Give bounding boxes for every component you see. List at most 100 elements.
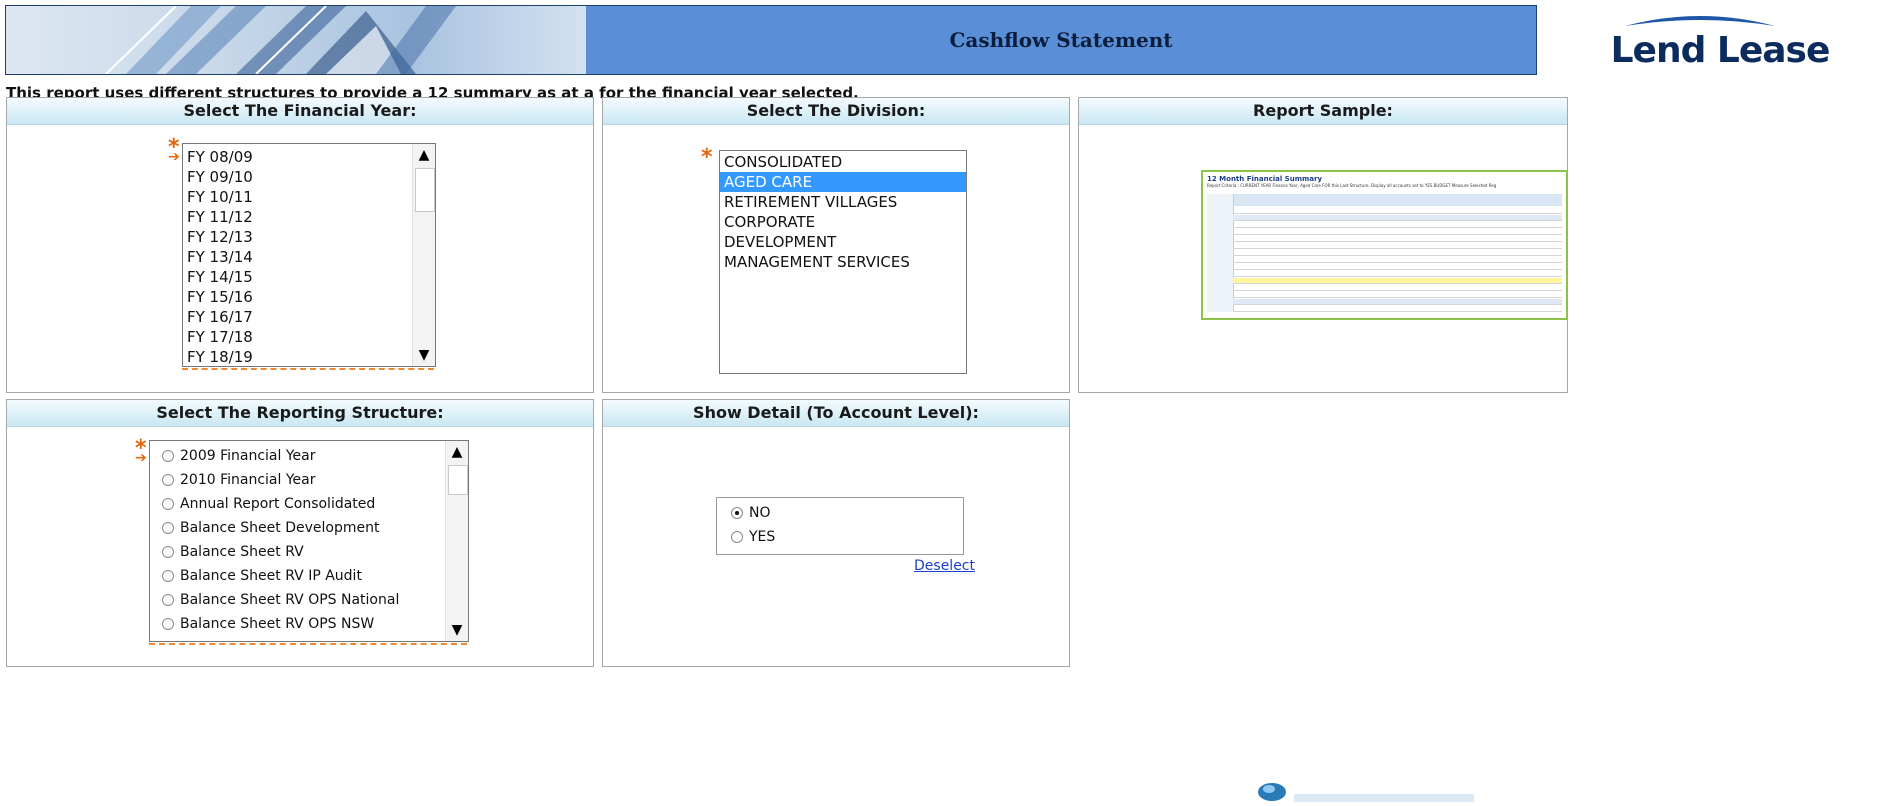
sample-thumb-header-row xyxy=(1233,194,1562,206)
radio-button[interactable] xyxy=(162,522,174,534)
arrow-right-icon: ➔ xyxy=(168,149,180,165)
sample-thumb-row xyxy=(1233,229,1562,235)
radio-button[interactable] xyxy=(162,594,174,606)
sample-thumb-row xyxy=(1233,264,1562,270)
sample-thumb-row xyxy=(1233,285,1562,291)
reporting-structure-label: 2010 Financial Year xyxy=(180,472,316,488)
scroll-down-icon[interactable]: ▼ xyxy=(413,344,435,366)
division-option[interactable]: DEVELOPMENT xyxy=(720,232,966,252)
required-underline xyxy=(182,368,434,370)
sample-thumb-row xyxy=(1233,250,1562,256)
sample-thumb-title: 12 Month Financial Summary xyxy=(1207,175,1323,183)
financial-year-option[interactable]: FY 12/13 xyxy=(183,227,435,247)
show-detail-heading: Show Detail (To Account Level): xyxy=(603,400,1069,427)
financial-year-option[interactable]: FY 11/12 xyxy=(183,207,435,227)
scroll-thumb[interactable] xyxy=(415,168,435,212)
division-option[interactable]: CORPORATE xyxy=(720,212,966,232)
report-title: Cashflow Statement xyxy=(949,28,1173,52)
sample-thumb-row xyxy=(1233,292,1562,298)
reporting-structure-label: Balance Sheet Development xyxy=(180,520,380,536)
sample-thumb-row xyxy=(1233,208,1562,214)
financial-year-panel: Select The Financial Year: * ➔ FY 08/09 F… xyxy=(6,97,594,393)
report-sample-heading: Report Sample: xyxy=(1079,98,1567,125)
reporting-structure-label: Balance Sheet RV IP Audit xyxy=(180,568,362,584)
financial-year-option[interactable]: FY 14/15 xyxy=(183,267,435,287)
sample-thumb-subtitle: Report Criteria : CURRENT YEAR Finance Y… xyxy=(1207,183,1497,188)
logo-text: Lend Lease xyxy=(1610,30,1831,71)
required-marker: * xyxy=(701,145,713,170)
reporting-structure-option[interactable]: Annual Report Consolidated xyxy=(150,492,468,516)
scroll-up-icon[interactable]: ▲ xyxy=(413,144,435,166)
division-option[interactable]: MANAGEMENT SERVICES xyxy=(720,252,966,272)
reporting-structure-label: Balance Sheet RV OPS NSW xyxy=(180,616,375,632)
show-detail-option-yes[interactable]: YES xyxy=(717,525,963,549)
show-detail-label: NO xyxy=(749,505,771,521)
building-illustration-icon xyxy=(105,6,456,74)
radio-button[interactable] xyxy=(162,618,174,630)
radio-button[interactable] xyxy=(731,507,743,519)
scroll-thumb[interactable] xyxy=(448,465,468,495)
division-option[interactable]: AGED CARE xyxy=(720,172,966,192)
reporting-structure-heading: Select The Reporting Structure: xyxy=(7,400,593,427)
financial-year-option[interactable]: FY 13/14 xyxy=(183,247,435,267)
financial-year-listbox[interactable]: FY 08/09 FY 09/10 FY 10/11 FY 11/12 FY 12/13… xyxy=(182,143,436,367)
radio-button[interactable] xyxy=(162,546,174,558)
sample-thumb-row xyxy=(1233,271,1562,277)
sample-thumb-row xyxy=(1233,243,1562,249)
required-underline xyxy=(149,643,467,645)
scroll-up-icon[interactable]: ▲ xyxy=(446,441,468,463)
reporting-structure-label: Balance Sheet RV OPS National xyxy=(180,592,400,608)
scroll-down-icon[interactable]: ▼ xyxy=(446,619,468,641)
financial-year-option[interactable]: FY 08/09 xyxy=(183,147,435,167)
reporting-structure-label: Annual Report Consolidated xyxy=(180,496,376,512)
reporting-structure-label: 2009 Financial Year xyxy=(180,448,316,464)
sample-thumb-row xyxy=(1233,215,1562,221)
show-detail-panel: Show Detail (To Account Level): NO YES De… xyxy=(602,399,1070,667)
division-panel: Select The Division: * CONSOLIDATED AGED … xyxy=(602,97,1070,393)
radio-button[interactable] xyxy=(162,474,174,486)
division-listbox[interactable]: CONSOLIDATED AGED CARE RETIREMENT VILLAGES… xyxy=(719,150,967,374)
report-sample-thumbnail: 12 Month Financial Summary Report Criter… xyxy=(1201,170,1568,320)
financial-year-option[interactable]: FY 15/16 xyxy=(183,287,435,307)
radio-button[interactable] xyxy=(731,531,743,543)
reporting-structure-scrollbar[interactable]: ▲ ▼ xyxy=(445,441,468,641)
footer-globe-icon xyxy=(1258,783,1474,802)
footer-logo xyxy=(1254,776,1484,802)
building-banner-image xyxy=(6,6,586,74)
show-detail-label: YES xyxy=(749,529,776,545)
reporting-structure-option[interactable]: Balance Sheet RV OPS National xyxy=(150,588,468,612)
reporting-structure-option[interactable]: Balance Sheet RV OPS NSW xyxy=(150,612,468,636)
arrow-right-icon: ➔ xyxy=(135,450,147,466)
radio-button[interactable] xyxy=(162,570,174,582)
financial-year-option[interactable]: FY 09/10 xyxy=(183,167,435,187)
financial-year-option[interactable]: FY 17/18 xyxy=(183,327,435,347)
financial-year-option[interactable]: FY 10/11 xyxy=(183,187,435,207)
show-detail-radio-group: NO YES xyxy=(716,497,964,555)
financial-year-scrollbar[interactable]: ▲ ▼ xyxy=(412,144,435,366)
division-option[interactable]: RETIREMENT VILLAGES xyxy=(720,192,966,212)
show-detail-option-no[interactable]: NO xyxy=(717,501,963,525)
financial-year-option[interactable]: FY 18/19 xyxy=(183,347,435,366)
reporting-structure-option[interactable]: 2010 Financial Year xyxy=(150,468,468,492)
sample-thumb-row xyxy=(1233,278,1562,284)
sample-thumb-row xyxy=(1233,222,1562,228)
radio-button[interactable] xyxy=(162,498,174,510)
financial-year-heading: Select The Financial Year: xyxy=(7,98,593,125)
radio-button[interactable] xyxy=(162,450,174,462)
division-heading: Select The Division: xyxy=(603,98,1069,125)
reporting-structure-label: Balance Sheet RV xyxy=(180,544,304,560)
financial-year-option[interactable]: FY 16/17 xyxy=(183,307,435,327)
reporting-structure-option[interactable]: Balance Sheet RV xyxy=(150,540,468,564)
sample-thumb-row xyxy=(1233,257,1562,263)
header-banner: Cashflow Statement xyxy=(5,5,1537,75)
division-option[interactable]: CONSOLIDATED xyxy=(720,152,966,172)
reporting-structure-option[interactable]: 2009 Financial Year xyxy=(150,444,468,468)
reporting-structure-panel: Select The Reporting Structure: * ➔ 2009… xyxy=(6,399,594,667)
reporting-structure-option[interactable]: Balance Sheet Development xyxy=(150,516,468,540)
sample-thumb-row xyxy=(1233,306,1562,312)
reporting-structure-listbox[interactable]: 2009 Financial Year 2010 Financial Year An… xyxy=(149,440,469,642)
reporting-structure-option[interactable]: Balance Sheet RV IP Audit xyxy=(150,564,468,588)
sample-thumb-row xyxy=(1233,299,1562,305)
deselect-link[interactable]: Deselect xyxy=(914,558,975,574)
sample-thumb-label-column xyxy=(1207,194,1234,312)
